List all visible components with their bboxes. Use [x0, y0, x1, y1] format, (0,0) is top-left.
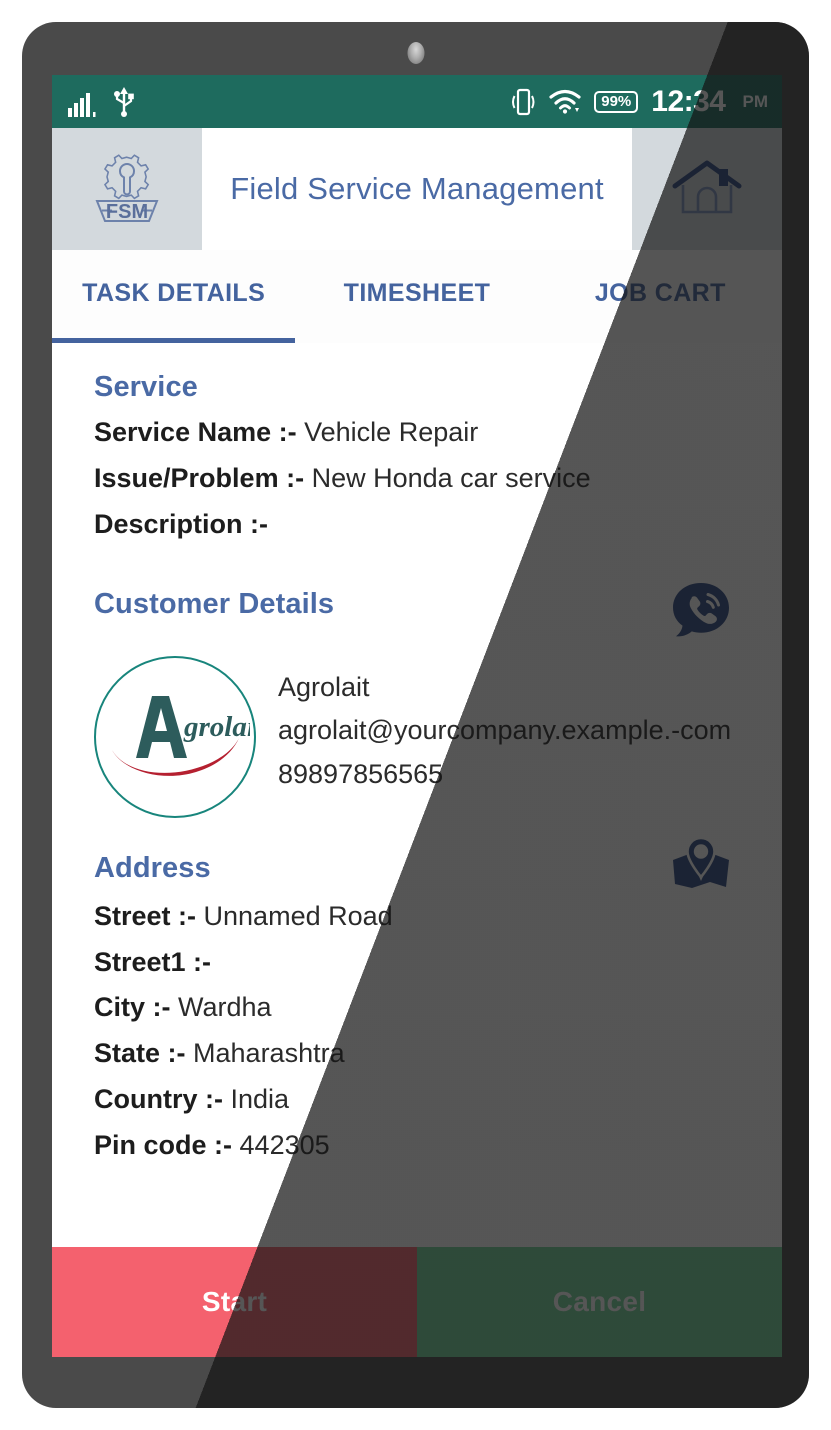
- action-bar: Start Cancel: [52, 1247, 782, 1357]
- customer-phone: 89897856565: [278, 759, 444, 790]
- address-city-label: City :-: [94, 992, 171, 1023]
- customer-heading: Customer Details: [94, 587, 335, 620]
- address-pincode-row: Pin code :- 442305: [94, 1123, 742, 1169]
- app-header: FSM Field Service Management: [52, 128, 782, 250]
- address-country-label: Country :-: [94, 1084, 223, 1115]
- status-clock-ampm: PM: [742, 91, 769, 111]
- cellular-signal-icon: [68, 91, 98, 117]
- service-description-label: Description :-: [94, 508, 269, 539]
- tab-bar: TASK DETAILS TIMESHEET JOB CART: [52, 250, 782, 343]
- address-state-label: State :-: [94, 1038, 186, 1069]
- address-heading: Address: [94, 851, 211, 884]
- agrolait-logo-text: grolait: [183, 711, 250, 743]
- address-country-row: Country :- India: [94, 1077, 742, 1123]
- address-pincode-label: Pin code :-: [94, 1130, 233, 1161]
- status-bar: 99% 12:34 PM: [52, 75, 782, 128]
- device-frame: 99% 12:34 PM FSM Field Service Managemen…: [22, 22, 809, 1408]
- customer-info: Agrolait agrolait@yourcompany.example.-c…: [278, 656, 731, 797]
- address-street-value: Unnamed Road: [203, 900, 393, 931]
- service-issue-label: Issue/Problem :-: [94, 462, 305, 493]
- customer-header-row: Customer Details: [94, 582, 742, 642]
- address-header-row: Address: [94, 836, 742, 894]
- address-pincode-value: 442305: [239, 1130, 330, 1161]
- wifi-icon: [549, 89, 581, 115]
- tab-timesheet-label: TIMESHEET: [343, 279, 491, 307]
- customer-section: Customer Details grola Agrolait agrolait…: [94, 582, 742, 818]
- phone-call-bubble-icon: [673, 582, 729, 637]
- call-customer-button[interactable]: [670, 580, 732, 642]
- status-clock: 12:34: [651, 84, 726, 118]
- address-section: Address Street :- Unnamed Road Street1 :: [94, 836, 742, 1169]
- service-section: Service Service Name :- Vehicle Repair I…: [94, 371, 742, 548]
- fsm-logo-icon: FSM: [95, 154, 159, 223]
- address-street1-row: Street1 :-: [94, 940, 742, 986]
- customer-email: agrolait@yourcompany.example.-com: [278, 715, 732, 746]
- tab-job-cart-label: JOB CART: [594, 279, 726, 307]
- page-title: Field Service Management: [230, 171, 604, 206]
- fsm-logo-button[interactable]: FSM: [52, 128, 202, 250]
- service-description-row: Description :-: [94, 502, 742, 548]
- service-issue-row: Issue/Problem :- New Honda car service: [94, 456, 742, 502]
- service-name-row: Service Name :- Vehicle Repair: [94, 410, 742, 456]
- open-map-button[interactable]: [670, 836, 732, 894]
- address-street-row: Street :- Unnamed Road: [94, 894, 742, 940]
- fsm-logo-text: FSM: [106, 201, 148, 223]
- address-country-value: India: [230, 1084, 290, 1115]
- service-name-label: Service Name :-: [94, 417, 297, 447]
- tab-task-details-label: TASK DETAILS: [82, 279, 266, 307]
- agrolait-logo-icon: grolait: [112, 695, 250, 776]
- service-issue-value: New Honda car service: [311, 462, 591, 493]
- usb-icon: [112, 86, 136, 117]
- map-location-pin-icon: [673, 836, 729, 888]
- front-camera-icon: [407, 42, 424, 64]
- address-state-row: State :- Maharashtra: [94, 1031, 742, 1077]
- start-button[interactable]: Start: [52, 1247, 417, 1357]
- address-street1-label: Street1 :-: [94, 946, 212, 977]
- address-city-value: Wardha: [178, 992, 272, 1023]
- address-state-value: Maharashtra: [193, 1038, 345, 1069]
- tab-job-cart[interactable]: JOB CART: [539, 250, 782, 343]
- address-street-label: Street :-: [94, 900, 197, 931]
- customer-card: grolait Agrolait agrolait@yourcompany.ex…: [94, 655, 742, 818]
- phone-screen: 99% 12:34 PM FSM Field Service Managemen…: [52, 75, 782, 1357]
- task-details-content: Service Service Name :- Vehicle Repair I…: [52, 343, 782, 1247]
- home-icon: [672, 160, 742, 214]
- vibrate-icon: [510, 87, 536, 117]
- cancel-button[interactable]: Cancel: [417, 1247, 782, 1357]
- home-button[interactable]: [632, 128, 782, 250]
- tab-timesheet[interactable]: TIMESHEET: [295, 250, 538, 343]
- tab-task-details[interactable]: TASK DETAILS: [52, 250, 296, 343]
- avatar: grolait: [94, 655, 256, 818]
- service-heading: Service: [94, 371, 198, 403]
- app-title-container: Field Service Management: [202, 128, 632, 250]
- customer-name: Agrolait: [278, 671, 370, 702]
- battery-indicator: 99%: [594, 90, 639, 113]
- address-city-row: City :- Wardha: [94, 985, 742, 1031]
- service-name-value: Vehicle Repair: [304, 417, 479, 447]
